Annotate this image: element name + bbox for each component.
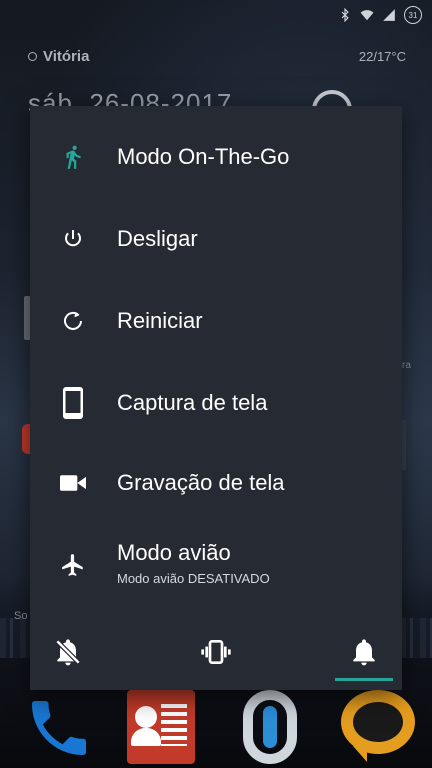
menu-item-screen-record[interactable]: Gravação de tela — [30, 442, 402, 524]
weather-widget[interactable]: Vitória 22/17°C — [28, 48, 406, 65]
location: Vitória — [28, 48, 89, 65]
location-name: Vitória — [43, 48, 90, 65]
menu-item-label: Modo avião — [117, 540, 231, 565]
background-text: ra — [402, 360, 411, 371]
power-icon — [60, 226, 86, 252]
vibrate-icon — [201, 640, 231, 664]
menu-item-label: Desligar — [117, 226, 198, 251]
contacts-app-icon[interactable] — [123, 688, 201, 766]
restart-icon — [60, 308, 86, 334]
menu-item-label: Gravação de tela — [117, 470, 285, 495]
chat-app-icon[interactable] — [339, 688, 417, 766]
menu-item-screenshot[interactable]: Captura de tela — [30, 362, 402, 444]
location-pin-icon — [28, 52, 37, 61]
walking-person-icon — [60, 144, 86, 170]
battery-icon: 31 — [404, 6, 422, 24]
power-menu-dialog: Modo On-The-Go Desligar Reiniciar Captur… — [30, 106, 402, 690]
phone-screenshot-icon — [60, 387, 86, 419]
airplane-icon — [60, 552, 86, 578]
menu-item-label: Captura de tela — [117, 390, 268, 415]
app-dock — [0, 686, 432, 768]
airplane-mode-status: Modo avião DESATIVADO — [117, 571, 270, 586]
wifi-icon — [360, 10, 374, 21]
sound-mode-button[interactable] — [344, 632, 384, 672]
menu-item-label: Reiniciar — [117, 308, 203, 333]
phone-app-icon[interactable] — [15, 688, 93, 766]
vibrate-mode-button[interactable] — [196, 632, 236, 672]
temperature: 22/17°C — [358, 49, 406, 64]
bell-icon — [353, 639, 375, 666]
messenger-app-icon[interactable] — [231, 688, 309, 766]
menu-item-restart[interactable]: Reiniciar — [30, 280, 402, 362]
menu-item-label: Modo On-The-Go — [117, 144, 290, 169]
sound-mode-row — [30, 614, 402, 690]
battery-level: 31 — [408, 10, 418, 20]
video-camera-icon — [60, 470, 86, 496]
cell-signal-icon — [383, 9, 395, 21]
menu-item-power-off[interactable]: Desligar — [30, 198, 402, 280]
menu-item-airplane-mode[interactable]: Modo avião Modo avião DESATIVADO — [30, 524, 402, 606]
silent-mode-button[interactable] — [48, 632, 88, 672]
status-bar: 31 — [0, 0, 432, 30]
menu-item-on-the-go[interactable]: Modo On-The-Go — [30, 116, 402, 198]
bluetooth-icon — [341, 8, 349, 22]
background-text: So — [14, 610, 28, 622]
selected-indicator — [335, 678, 393, 681]
bell-off-icon — [55, 639, 81, 666]
